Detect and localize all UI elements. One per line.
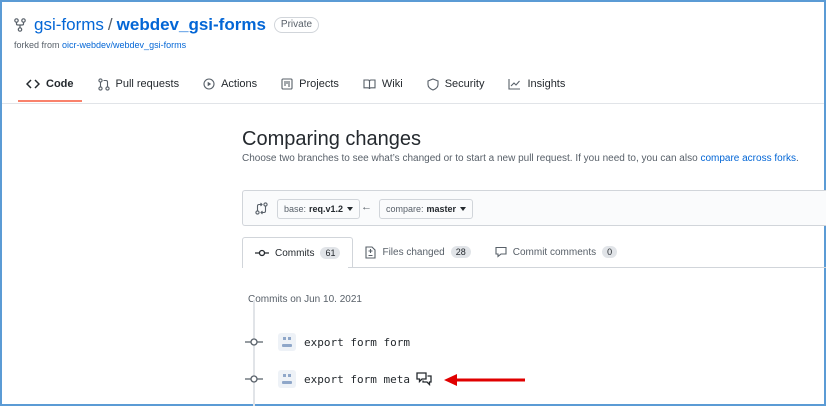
tab-counter: 0: [602, 246, 618, 258]
shield-icon: [427, 77, 439, 91]
nav-tab-label: Security: [444, 78, 485, 90]
project-icon: [281, 78, 293, 90]
subtitle-text: Choose two branches to see what’s change…: [242, 153, 701, 164]
arrow-left-icon: ←: [361, 201, 372, 213]
page-title: Comparing changes: [242, 128, 421, 150]
nav-divider: [2, 103, 824, 104]
commit-item: export form meta: [244, 367, 432, 391]
chevron-down-icon: [347, 207, 354, 211]
visibility-badge: Private: [273, 17, 320, 33]
compare-tabs: Commits 61 Files changed 28 Commit comme…: [242, 237, 629, 268]
tab-counter: 28: [450, 246, 471, 258]
base-branch-select[interactable]: base: req.v1.2: [277, 199, 361, 219]
nav-tab-insights[interactable]: Insights: [496, 68, 577, 100]
tab-label: Files changed: [382, 246, 445, 258]
forked-from-line: forked from oicr-webdev/webdev_gsi-forms: [14, 40, 319, 50]
pull-request-icon: [97, 77, 110, 91]
book-icon: [363, 79, 376, 90]
compare-across-forks-link[interactable]: compare across forks: [700, 153, 796, 164]
compare-branch-select[interactable]: compare: master: [379, 199, 474, 219]
nav-tab-code[interactable]: Code: [14, 68, 86, 102]
comment-icon: [495, 246, 507, 258]
compare-value: master: [426, 204, 457, 214]
commit-node-icon: [244, 336, 264, 348]
repo-header: gsi-forms / webdev_gsi-forms Private for…: [14, 14, 320, 50]
tab-commit-comments[interactable]: Commit comments 0: [483, 237, 629, 267]
page-subtitle: Choose two branches to see what’s change…: [242, 153, 799, 164]
nav-tab-label: Wiki: [381, 78, 403, 90]
nav-tab-label: Code: [46, 78, 74, 90]
forked-from-link[interactable]: oicr-webdev/webdev_gsi-forms: [62, 40, 186, 50]
nav-tab-wiki[interactable]: Wiki: [351, 68, 415, 100]
nav-tab-label: Insights: [527, 78, 566, 90]
git-compare-icon: [255, 202, 268, 215]
base-value: req.v1.2: [309, 204, 344, 214]
avatar[interactable]: [278, 370, 296, 388]
tab-commits[interactable]: Commits 61: [242, 237, 354, 268]
commit-group-date: Commits on Jun 10, 2021: [248, 294, 362, 302]
repo-separator: /: [107, 15, 113, 34]
graph-icon: [508, 79, 521, 90]
play-icon: [203, 78, 215, 90]
repo-owner-link[interactable]: gsi-forms: [34, 15, 104, 35]
tab-label: Commit comments: [512, 246, 597, 258]
commit-item: export form form: [244, 330, 410, 354]
subtitle-end: .: [796, 153, 799, 164]
tab-counter: 61: [320, 247, 341, 259]
tab-files-changed[interactable]: Files changed 28: [353, 237, 482, 267]
nav-tab-label: Pull requests: [115, 78, 180, 90]
commit-message-link[interactable]: export form meta: [304, 373, 410, 386]
nav-tab-label: Projects: [299, 78, 339, 90]
nav-tab-actions[interactable]: Actions: [191, 68, 269, 100]
repo-name-link[interactable]: webdev_gsi-forms: [117, 15, 266, 35]
file-diff-icon: [365, 245, 377, 259]
annotation-arrow-icon: [444, 374, 525, 386]
forked-from-prefix: forked from: [14, 40, 63, 50]
repo-forked-icon: [14, 18, 28, 32]
tabs-divider: [348, 267, 826, 268]
tab-label: Commits: [275, 247, 315, 259]
repo-nav: Code Pull requests Actions Projects Wiki…: [14, 68, 577, 102]
base-label: base:: [284, 204, 307, 214]
commit-node-icon: [244, 373, 264, 385]
compare-label: compare:: [386, 204, 424, 214]
nav-tab-projects[interactable]: Projects: [269, 68, 351, 100]
code-icon: [26, 79, 40, 89]
nav-tab-security[interactable]: Security: [415, 68, 497, 100]
range-editor: base: req.v1.2 ← compare: master: [242, 190, 826, 226]
nav-tab-label: Actions: [221, 78, 258, 90]
comments-icon[interactable]: [416, 372, 432, 386]
commit-icon: [255, 249, 269, 257]
commit-group-header: Commits on Jun 10, 2021: [248, 292, 398, 302]
nav-tab-pull-requests[interactable]: Pull requests: [86, 68, 192, 100]
commit-message-link[interactable]: export form form: [304, 336, 410, 349]
avatar[interactable]: [278, 333, 296, 351]
chevron-down-icon: [460, 207, 467, 211]
